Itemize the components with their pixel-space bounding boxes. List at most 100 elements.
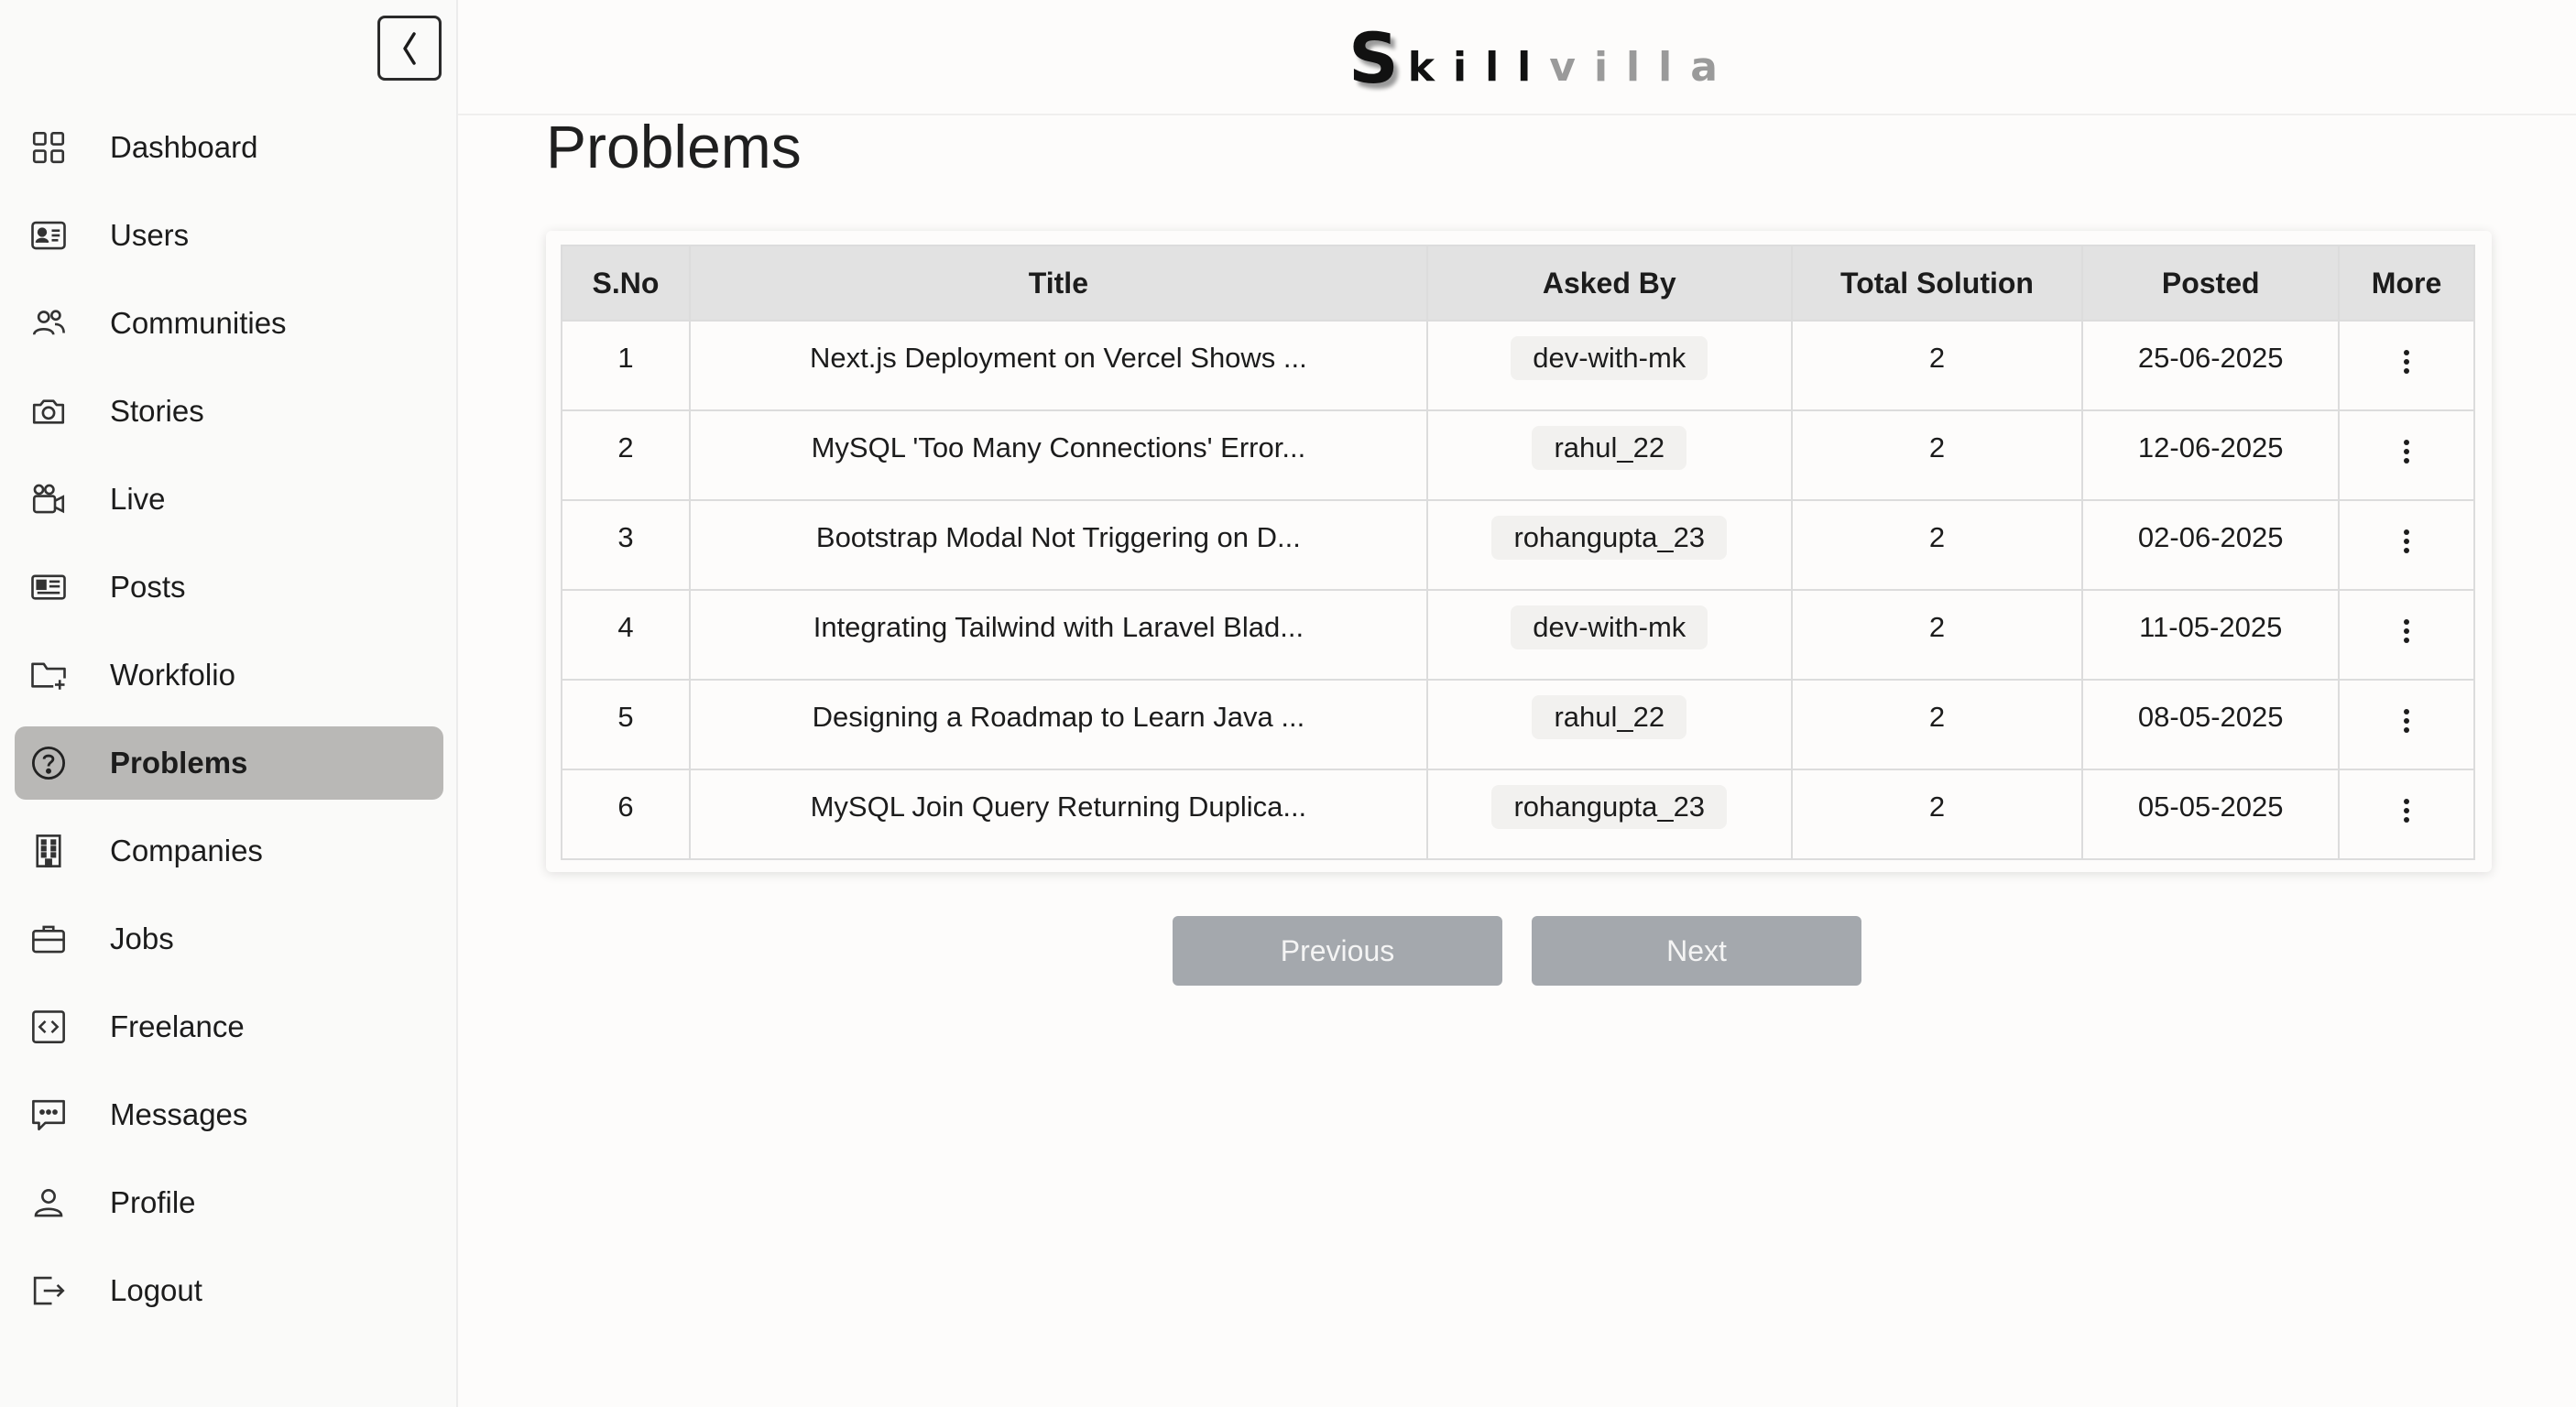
table-row[interactable]: 2 MySQL 'Too Many Connections' Error... … — [561, 409, 2475, 501]
sidebar-item-communities[interactable]: Communities — [15, 287, 443, 360]
cell-sno: 6 — [561, 769, 691, 860]
cell-more — [2338, 589, 2475, 681]
cell-title[interactable]: Bootstrap Modal Not Triggering on D... — [688, 499, 1428, 591]
sidebar-item-workfolio[interactable]: Workfolio — [15, 638, 443, 712]
sidebar-collapse-button[interactable] — [377, 16, 442, 81]
cell-asked-by: dev-with-mk — [1425, 320, 1793, 411]
video-camera-icon — [29, 480, 68, 518]
cell-posted: 02-06-2025 — [2081, 499, 2341, 591]
more-options-button[interactable] — [2402, 707, 2411, 735]
username-badge[interactable]: rohangupta_23 — [1491, 516, 1728, 560]
table-row[interactable]: 6 MySQL Join Query Returning Duplica... … — [561, 769, 2475, 860]
cell-title[interactable]: MySQL 'Too Many Connections' Error... — [688, 409, 1428, 501]
question-circle-icon — [29, 744, 68, 782]
cell-posted: 11-05-2025 — [2081, 589, 2341, 681]
sidebar-item-problems[interactable]: Problems — [15, 726, 443, 800]
username-badge[interactable]: dev-with-mk — [1511, 605, 1708, 649]
username-badge[interactable]: rahul_22 — [1532, 426, 1687, 470]
id-card-icon — [29, 216, 68, 255]
cell-sno: 2 — [561, 409, 691, 501]
previous-page-button[interactable]: Previous — [1173, 916, 1502, 986]
cell-more — [2338, 769, 2475, 860]
cell-sno: 1 — [561, 320, 691, 411]
sidebar-item-live[interactable]: Live — [15, 463, 443, 536]
sidebar-item-messages[interactable]: Messages — [15, 1078, 443, 1151]
cell-posted: 05-05-2025 — [2081, 769, 2341, 860]
cell-posted: 08-05-2025 — [2081, 679, 2341, 770]
cell-total-solution: 2 — [1790, 320, 2084, 411]
more-options-button[interactable] — [2402, 528, 2411, 555]
camera-icon — [29, 392, 68, 431]
logo-initial: S — [1348, 17, 1399, 99]
cell-asked-by: rahul_22 — [1425, 409, 1793, 501]
sidebar-item-label: Profile — [110, 1185, 196, 1219]
column-header-posted: Posted — [2081, 245, 2341, 322]
sidebar-item-label: Jobs — [110, 922, 174, 955]
cell-asked-by: rahul_22 — [1425, 679, 1793, 770]
cell-more — [2338, 320, 2475, 411]
users-group-icon — [29, 304, 68, 343]
sidebar-item-label: Problems — [110, 746, 248, 780]
sidebar-item-stories[interactable]: Stories — [15, 375, 443, 448]
chevron-left-icon — [403, 31, 416, 65]
sidebar-item-freelance[interactable]: Freelance — [15, 990, 443, 1063]
more-options-button[interactable] — [2402, 438, 2411, 465]
folder-plus-icon — [29, 656, 68, 694]
more-options-button[interactable] — [2402, 797, 2411, 824]
code-icon — [29, 1008, 68, 1046]
table-header-row: S.No Title Asked By Total Solution Poste… — [561, 245, 2475, 322]
sidebar-item-companies[interactable]: Companies — [15, 814, 443, 888]
logout-icon — [29, 1271, 68, 1310]
sidebar-item-label: Logout — [110, 1273, 202, 1307]
column-header-sno: S.No — [561, 245, 691, 322]
sidebar: Dashboard Users Communities Stories Live… — [0, 0, 458, 1407]
cell-more — [2338, 679, 2475, 770]
page-title: Problems — [546, 113, 802, 180]
table-row[interactable]: 4 Integrating Tailwind with Laravel Blad… — [561, 589, 2475, 681]
cell-total-solution: 2 — [1790, 499, 2084, 591]
sidebar-item-posts[interactable]: Posts — [15, 551, 443, 624]
table-row[interactable]: 5 Designing a Roadmap to Learn Java ... … — [561, 679, 2475, 770]
cell-total-solution: 2 — [1790, 679, 2084, 770]
sidebar-item-label: Messages — [110, 1097, 248, 1131]
cell-title[interactable]: Designing a Roadmap to Learn Java ... — [688, 679, 1428, 770]
table-row[interactable]: 3 Bootstrap Modal Not Triggering on D...… — [561, 499, 2475, 591]
sidebar-item-label: Live — [110, 482, 166, 516]
sidebar-item-jobs[interactable]: Jobs — [15, 902, 443, 976]
cell-title[interactable]: Next.js Deployment on Vercel Shows ... — [688, 320, 1428, 411]
more-options-button[interactable] — [2402, 617, 2411, 645]
sidebar-item-label: Users — [110, 218, 190, 252]
dashboard-grid-icon — [29, 128, 68, 167]
logo-text-dark: kill — [1407, 44, 1550, 91]
top-header: S kill villa — [458, 0, 2576, 115]
vertical-dots-icon — [2404, 619, 2410, 643]
briefcase-icon — [29, 920, 68, 958]
more-options-button[interactable] — [2402, 348, 2411, 376]
sidebar-item-users[interactable]: Users — [15, 199, 443, 272]
cell-title[interactable]: Integrating Tailwind with Laravel Blad..… — [688, 589, 1428, 681]
cell-posted: 25-06-2025 — [2081, 320, 2341, 411]
cell-total-solution: 2 — [1790, 769, 2084, 860]
cell-posted: 12-06-2025 — [2081, 409, 2341, 501]
problems-table-card: S.No Title Asked By Total Solution Poste… — [546, 231, 2492, 872]
cell-title[interactable]: MySQL Join Query Returning Duplica... — [688, 769, 1428, 860]
column-header-title: Title — [688, 245, 1428, 322]
username-badge[interactable]: rohangupta_23 — [1491, 785, 1728, 829]
username-badge[interactable]: rahul_22 — [1532, 695, 1687, 739]
sidebar-item-logout[interactable]: Logout — [15, 1254, 443, 1327]
table-row[interactable]: 1 Next.js Deployment on Vercel Shows ...… — [561, 320, 2475, 411]
user-icon — [29, 1183, 68, 1222]
sidebar-item-profile[interactable]: Profile — [15, 1166, 443, 1239]
column-header-more: More — [2338, 245, 2475, 322]
skillvilla-logo[interactable]: S kill villa — [1348, 24, 1736, 93]
vertical-dots-icon — [2404, 799, 2410, 823]
sidebar-item-label: Dashboard — [110, 130, 258, 164]
vertical-dots-icon — [2404, 709, 2410, 733]
sidebar-item-dashboard[interactable]: Dashboard — [15, 111, 443, 184]
next-page-button[interactable]: Next — [1532, 916, 1861, 986]
cell-sno: 5 — [561, 679, 691, 770]
username-badge[interactable]: dev-with-mk — [1511, 336, 1708, 380]
sidebar-item-label: Workfolio — [110, 658, 235, 692]
cell-asked-by: rohangupta_23 — [1425, 499, 1793, 591]
sidebar-item-label: Freelance — [110, 1009, 245, 1043]
